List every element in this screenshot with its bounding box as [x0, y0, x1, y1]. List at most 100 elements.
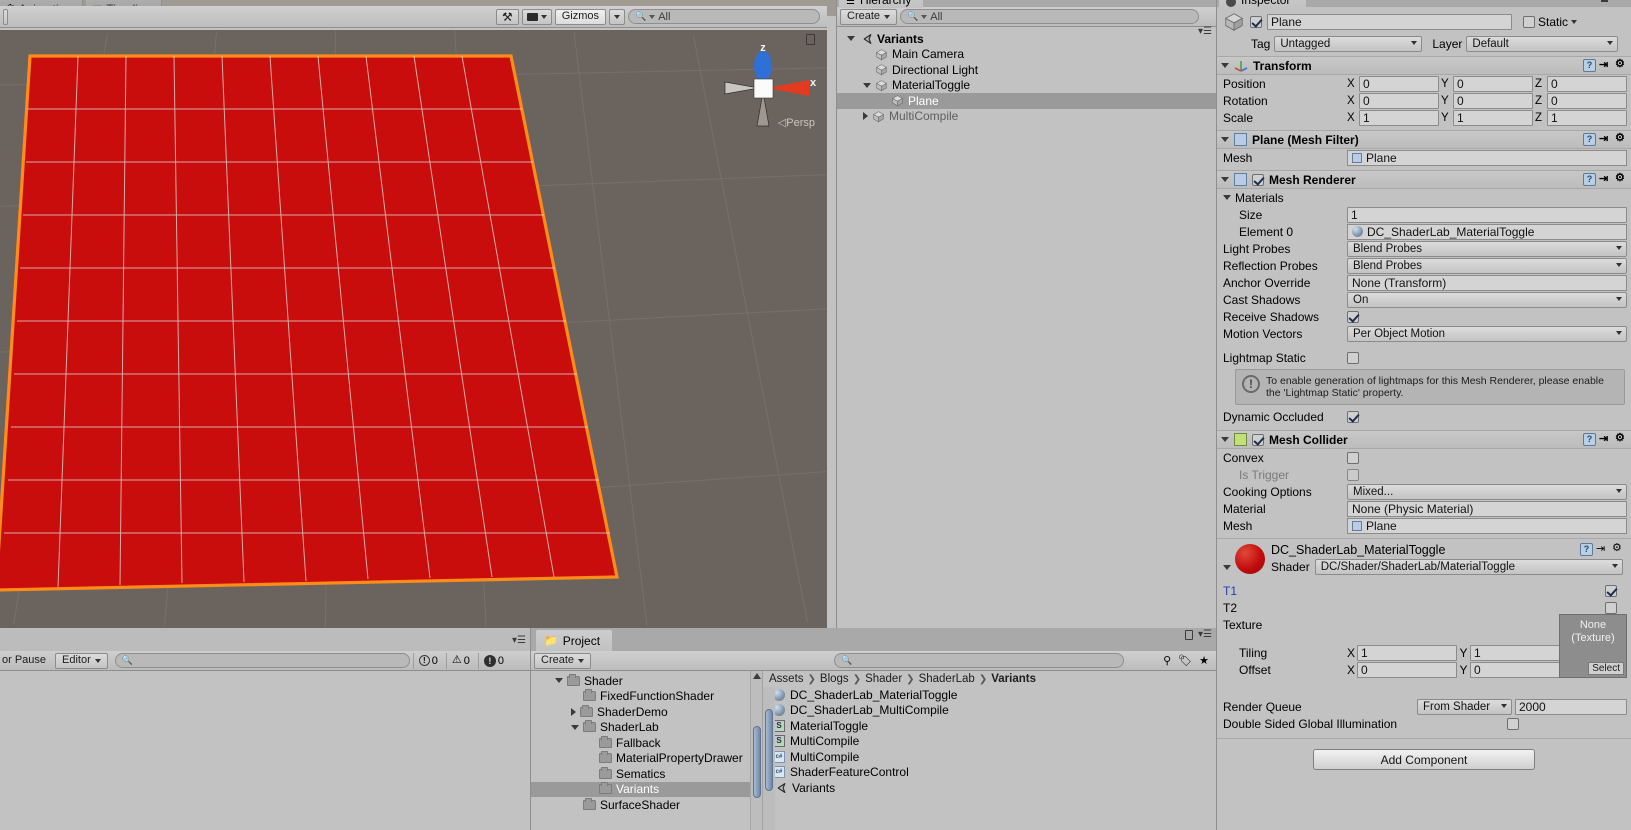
component-header-mesh-renderer[interactable]: Mesh Renderer ? ⇥ ⚙ [1217, 170, 1631, 189]
mesh-filter-mesh-objectfield[interactable]: Plane [1347, 149, 1627, 166]
project-filter-icon[interactable]: ⚲ [1163, 654, 1171, 667]
anchor-override-objectfield[interactable]: None (Transform) [1347, 274, 1627, 291]
mesh-renderer-enabled-checkbox[interactable] [1252, 173, 1264, 186]
project-tree-row[interactable]: Sematics [531, 766, 762, 782]
tab-inspector[interactable]: Inspector [1219, 0, 1307, 8]
project-create-button[interactable]: Create [534, 652, 592, 669]
chevron-down-icon[interactable] [555, 678, 563, 684]
project-tree-row[interactable]: Fallback [531, 735, 762, 751]
materials-foldout-row[interactable]: Materials [1217, 189, 1631, 206]
project-tree-row[interactable]: ShaderDemo [531, 704, 762, 720]
chevron-right-icon[interactable] [863, 112, 868, 121]
asset-list[interactable]: DC_ShaderLab_MaterialToggle DC_ShaderLab_… [763, 687, 1216, 796]
static-toggle-group[interactable]: Static [1523, 15, 1578, 29]
hierarchy-row[interactable]: Variants [837, 31, 1216, 47]
hierarchy-row[interactable]: Main Camera [837, 47, 1216, 63]
tiling-x-input[interactable]: 1 [1357, 644, 1457, 661]
console-error-counter[interactable]: ! 0 [412, 652, 443, 669]
component-header-mesh-collider[interactable]: Mesh Collider ? ⇥ ⚙ [1217, 430, 1631, 449]
project-tree-row[interactable]: MaterialPropertyDrawer [531, 751, 762, 767]
gameobject-enabled-checkbox[interactable] [1250, 16, 1262, 28]
mesh-collider-foldout-icon[interactable] [1221, 437, 1229, 442]
rotation-x-input[interactable]: 0 [1359, 92, 1439, 109]
preset-icon[interactable]: ⇥ [1599, 59, 1612, 72]
hierarchy-row[interactable]: Plane [837, 93, 1216, 109]
breadcrumb-item[interactable]: ShaderLab [919, 673, 975, 685]
project-tree-row[interactable]: SurfaceShader [531, 797, 762, 813]
project-tree-scrollbar[interactable] [750, 671, 762, 830]
dynamic-occluded-checkbox[interactable] [1347, 410, 1359, 423]
breadcrumb-item[interactable]: Blogs [820, 673, 849, 685]
project-tree-row[interactable]: Variants [531, 781, 762, 797]
reflection-probes-dropdown[interactable]: Blend Probes [1347, 257, 1627, 274]
project-menu-icon[interactable]: ▾☰ [1198, 629, 1212, 640]
hierarchy-row[interactable]: MaterialToggle [837, 78, 1216, 94]
texture-select-button[interactable]: Select [1588, 662, 1624, 675]
position-x-input[interactable]: 0 [1359, 75, 1439, 92]
inspector-lock-icon[interactable] [1601, 0, 1609, 2]
static-chevron-down-icon[interactable] [1571, 20, 1578, 24]
asset-list-item[interactable]: S MultiCompile [763, 734, 1216, 750]
preset-icon[interactable]: ⇥ [1596, 543, 1609, 556]
console-menu-icon[interactable]: ▾☰ [512, 635, 526, 646]
scene-search-input[interactable]: 🔍 All [628, 9, 820, 24]
static-checkbox[interactable] [1523, 16, 1535, 28]
transform-foldout-icon[interactable] [1221, 63, 1229, 68]
rotation-z-input[interactable]: 0 [1547, 92, 1627, 109]
hierarchy-create-button[interactable]: Create [840, 8, 898, 25]
selected-plane-object[interactable] [0, 30, 666, 628]
console-message-list[interactable] [0, 671, 530, 830]
scale-z-input[interactable]: 1 [1547, 109, 1627, 126]
project-tree-scroll-thumb[interactable] [753, 726, 761, 798]
tab-hierarchy[interactable]: ☰ Hierarchy [839, 0, 924, 8]
add-component-button[interactable]: Add Component [1313, 749, 1535, 770]
gizmos-menu-button[interactable] [609, 8, 625, 25]
chevron-right-icon[interactable] [571, 707, 576, 716]
rotation-y-input[interactable]: 0 [1453, 92, 1533, 109]
console-editor-dropdown[interactable]: Editor [55, 652, 108, 669]
chevron-down-icon[interactable] [847, 36, 855, 42]
scale-x-input[interactable]: 1 [1359, 109, 1439, 126]
preset-icon[interactable]: ⇥ [1599, 133, 1612, 146]
collider-mesh-objectfield[interactable]: Plane [1347, 517, 1627, 534]
cast-shadows-dropdown[interactable]: On [1347, 291, 1627, 308]
component-header-transform[interactable]: Transform ? ⇥ ⚙ [1217, 56, 1631, 75]
project-favorite-star-icon[interactable]: ★ [1199, 654, 1209, 667]
convex-checkbox[interactable] [1347, 451, 1359, 464]
tag-dropdown[interactable]: Untagged [1274, 36, 1423, 52]
motion-vectors-dropdown[interactable]: Per Object Motion [1347, 325, 1627, 342]
project-tree-row[interactable]: FixedFunctionShader [531, 689, 762, 705]
hierarchy-search-input[interactable]: 🔍 All [900, 9, 1199, 24]
t2-checkbox[interactable] [1605, 601, 1617, 614]
shader-dropdown[interactable]: DC/Shader/ShaderLab/MaterialToggle [1314, 559, 1623, 575]
console-log-counter[interactable]: ! 0 [477, 652, 509, 669]
scroll-up-arrow-icon[interactable] [753, 673, 761, 679]
project-tree-row[interactable]: Shader [531, 673, 762, 689]
preset-icon[interactable]: ⇥ [1599, 433, 1612, 446]
scene-effects-toggle[interactable]: ⚒ [495, 8, 519, 25]
asset-list-item[interactable]: S MaterialToggle [763, 718, 1216, 734]
double-sided-checkbox[interactable] [1507, 717, 1519, 730]
project-folder-tree[interactable]: Shader FixedFunctionShader ShaderDemo Shade… [531, 671, 763, 830]
asset-list-scroll-thumb[interactable] [765, 709, 773, 791]
help-icon[interactable]: ? [1580, 543, 1593, 556]
gear-icon[interactable]: ⚙ [1615, 173, 1628, 186]
gear-icon[interactable]: ⚙ [1615, 433, 1628, 446]
asset-list-item[interactable]: DC_ShaderLab_MultiCompile [763, 703, 1216, 719]
mesh-renderer-foldout-icon[interactable] [1221, 177, 1229, 182]
project-lock-icon[interactable] [1185, 629, 1194, 640]
preset-icon[interactable]: ⇥ [1599, 173, 1612, 186]
offset-y-input[interactable]: 0 [1470, 661, 1570, 678]
render-queue-dropdown[interactable]: From Shader [1417, 698, 1512, 715]
tiling-y-input[interactable]: 1 [1470, 644, 1570, 661]
cooking-options-dropdown[interactable]: Mixed... [1347, 483, 1627, 500]
console-search-input[interactable]: 🔍 [114, 653, 410, 668]
render-queue-input[interactable]: 2000 [1515, 698, 1627, 715]
help-icon[interactable]: ? [1583, 433, 1596, 446]
position-y-input[interactable]: 0 [1453, 75, 1533, 92]
project-search-input[interactable]: 🔍 [834, 653, 1125, 668]
asset-list-item[interactable]: c# ShaderFeatureControl [763, 765, 1216, 781]
gear-icon[interactable]: ⚙ [1615, 133, 1628, 146]
asset-list-item[interactable]: DC_ShaderLab_MaterialToggle [763, 687, 1216, 703]
mesh-filter-foldout-icon[interactable] [1221, 137, 1229, 142]
